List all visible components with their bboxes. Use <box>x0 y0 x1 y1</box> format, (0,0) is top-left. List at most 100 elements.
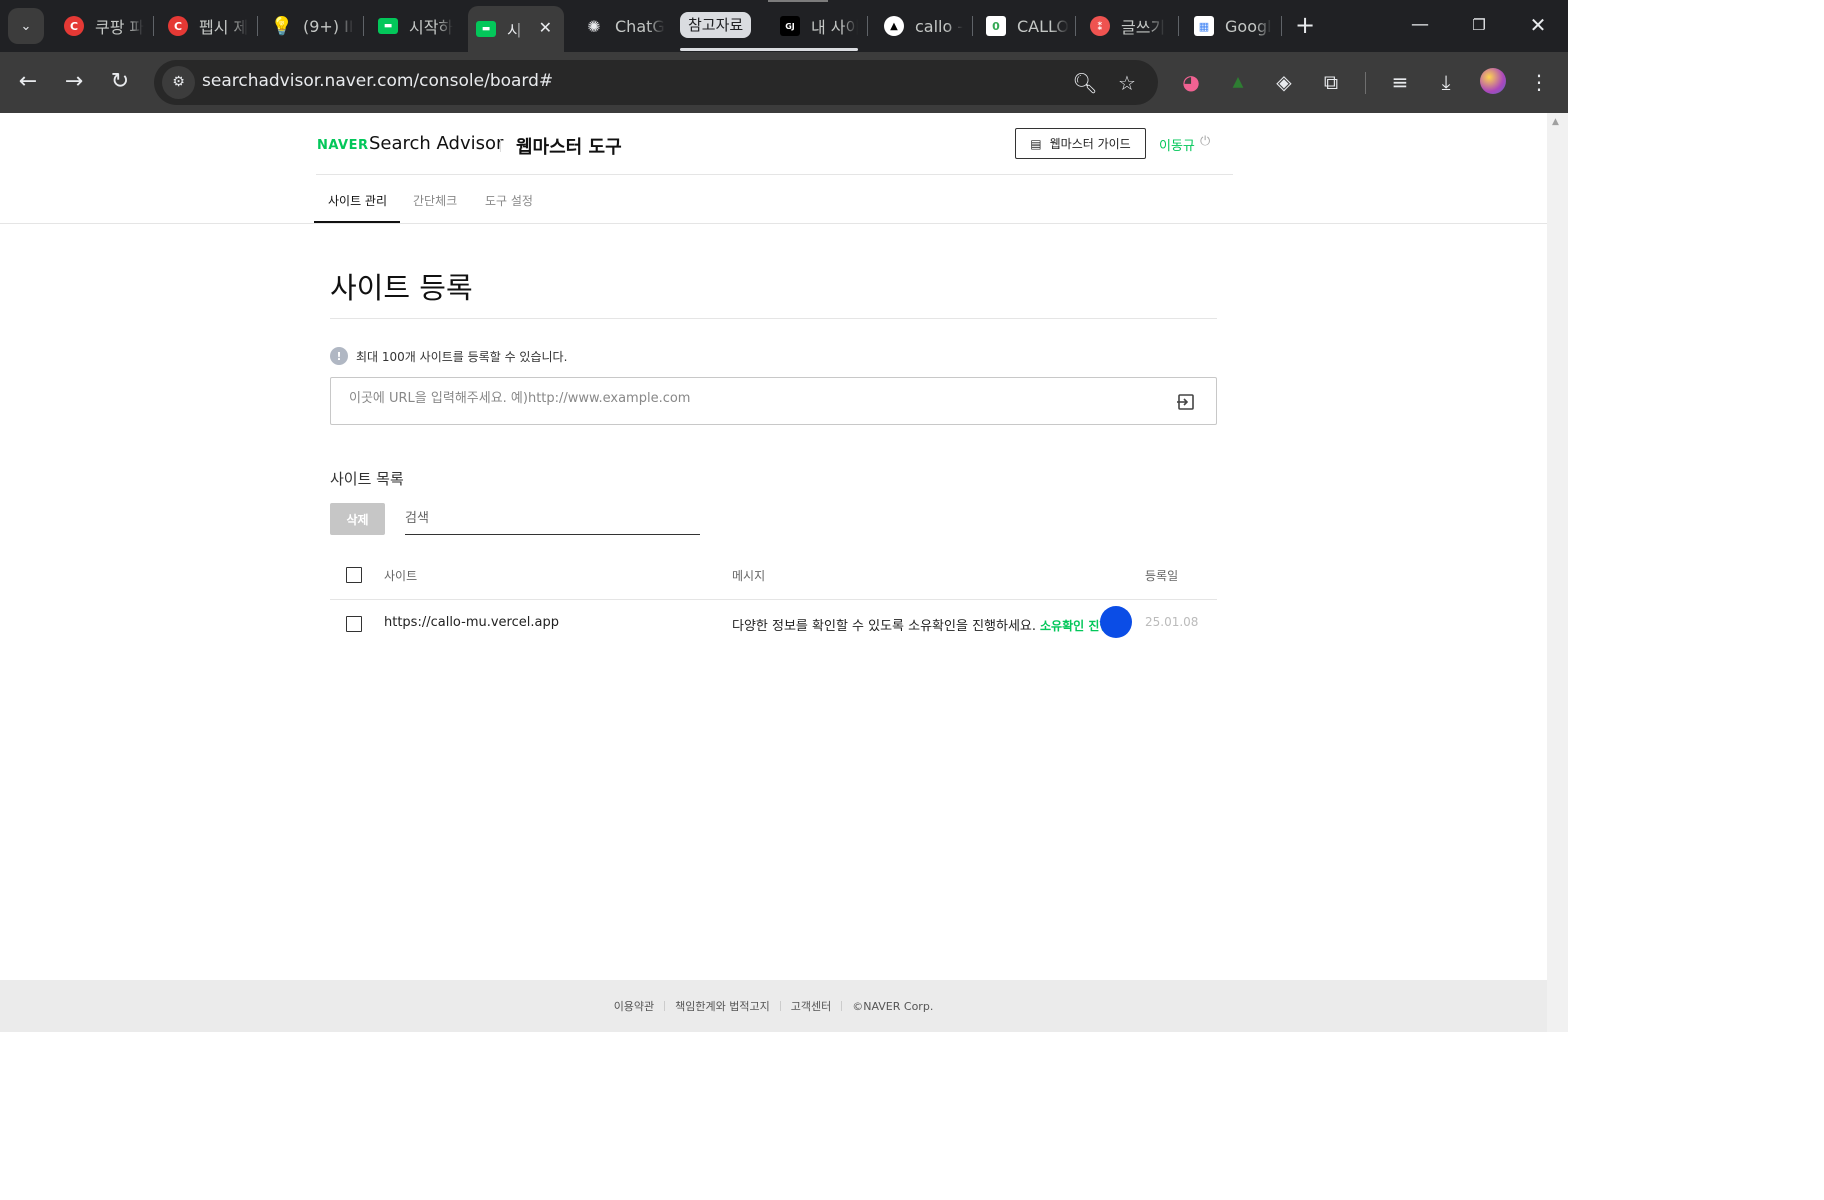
profile-avatar[interactable] <box>1480 68 1506 94</box>
scroll-up-arrow-icon[interactable]: ▲ <box>1552 117 1559 127</box>
more-menu-icon[interactable]: ⋮ <box>1523 66 1555 98</box>
tab-title: (9+) II <box>303 16 354 36</box>
submit-enter-icon[interactable] <box>1176 392 1196 412</box>
tab-title: Googl <box>1225 16 1272 36</box>
delete-button[interactable]: 삭제 <box>330 503 385 535</box>
info-icon: ! <box>330 347 348 365</box>
browser-tab[interactable]: ▦ Googl <box>1186 6 1278 46</box>
document-icon: ▤ <box>1030 136 1042 151</box>
tool-title[interactable]: 웹마스터 도구 <box>516 133 622 159</box>
triangle-extension-icon[interactable]: ▲ <box>1222 66 1254 98</box>
site-header: NAVER Search Advisor 웹마스터 도구 ▤ 웹마스터 가이드 … <box>316 113 1233 175</box>
registration-notice: ! 최대 100개 사이트를 등록할 수 있습니다. <box>330 347 567 365</box>
google-business-icon: ▦ <box>1194 16 1214 36</box>
footer-divider <box>779 1001 781 1011</box>
browser-tab[interactable]: C 쿠팡 파 <box>56 6 152 46</box>
puzzle-extensions-icon[interactable]: ⧉ <box>1315 66 1347 98</box>
tab-title: 시작하 <box>409 18 454 37</box>
column-header-message: 메시지 <box>732 569 766 583</box>
back-arrow-icon[interactable]: ← <box>12 66 44 98</box>
gj-icon: GJ <box>780 16 800 36</box>
browser-tab[interactable]: C 펩시 제 <box>160 6 252 46</box>
coupang-icon: C <box>168 16 188 36</box>
tab-tool-settings[interactable]: 도구 설정 <box>485 192 533 209</box>
brand-divider <box>500 140 501 152</box>
footer-copyright: ©NAVER Corp. <box>852 999 934 1013</box>
footer-link-terms[interactable]: 이용약관 <box>614 998 654 1014</box>
address-url[interactable]: searchadvisor.naver.com/console/board# <box>202 71 553 91</box>
zoom-icon[interactable]: 🔍︎ <box>1071 69 1099 97</box>
tab-search-button[interactable]: ⌄ <box>8 8 44 44</box>
site-footer: 이용약관 책임한계와 법적고지 고객센터 ©NAVER Corp. <box>0 980 1547 1032</box>
guide-button-label: 웹마스터 가이드 <box>1049 137 1131 151</box>
site-info-icon[interactable]: ⚙ <box>162 66 195 99</box>
tab-title: 시 <box>507 21 522 40</box>
select-all-checkbox[interactable] <box>346 567 362 583</box>
tab-site-management[interactable]: 사이트 관리 <box>328 192 387 209</box>
message-text: 다양한 정보를 확인할 수 있도록 소유확인을 진행하세요. <box>732 619 1037 634</box>
tab-title: 쿠팡 파 <box>95 18 145 37</box>
cursor-indicator <box>1100 606 1132 638</box>
site-url-link[interactable]: https://callo-mu.vercel.app <box>384 615 559 630</box>
address-bar[interactable]: ⚙ searchadvisor.naver.com/console/board#… <box>154 60 1158 105</box>
site-search-input[interactable] <box>405 503 700 535</box>
webmaster-guide-button[interactable]: ▤ 웹마스터 가이드 <box>1015 128 1146 159</box>
chevron-down-icon: ⌄ <box>20 18 32 34</box>
site-url-input[interactable] <box>349 391 1149 406</box>
browser-tab[interactable]: ▬ 시작하 <box>370 6 462 46</box>
vercel-icon: ▲ <box>884 16 904 36</box>
naver-logo[interactable]: NAVER <box>317 138 369 153</box>
browser-tab[interactable]: 0 CALLO <box>978 6 1070 46</box>
bookmark-star-icon[interactable]: ☆ <box>1113 69 1141 97</box>
forward-arrow-icon[interactable]: → <box>58 66 90 98</box>
naver-console-icon: ▬ <box>476 21 496 37</box>
tab-group-label[interactable]: 참고자료 <box>680 12 752 38</box>
tab-divider <box>363 16 364 36</box>
browser-tab-active[interactable]: ▬ 시 ✕ <box>468 6 564 52</box>
footer-link-disclaimer[interactable]: 책임한계와 법적고지 <box>675 998 770 1014</box>
user-name[interactable]: 이동규 <box>1159 135 1195 154</box>
reload-icon[interactable]: ↻ <box>104 66 136 98</box>
callo-icon: 0 <box>986 16 1006 36</box>
logout-power-icon[interactable]: ⏻ <box>1200 134 1210 149</box>
tab-title: 글쓰기 <box>1121 18 1166 37</box>
minimize-icon[interactable]: — <box>1405 12 1435 38</box>
row-checkbox[interactable] <box>346 616 362 632</box>
title-divider <box>330 318 1217 319</box>
tab-group-indicator <box>768 0 828 2</box>
tab-divider <box>1281 16 1282 36</box>
footer-divider <box>664 1001 666 1011</box>
tab-title: CALLO <box>1017 16 1069 36</box>
tab-divider <box>1178 16 1179 36</box>
browser-tab-strip: ⌄ C 쿠팡 파 C 펩시 제 💡 (9+) II ▬ 시작하 ▬ 시 ✕ ✺ … <box>0 0 1568 52</box>
tab-title: callo - <box>915 16 964 36</box>
url-input-box <box>330 377 1217 425</box>
page-content: NAVER Search Advisor 웹마스터 도구 ▤ 웹마스터 가이드 … <box>0 113 1547 1032</box>
naver-console-icon: ▬ <box>378 18 398 34</box>
media-control-icon[interactable]: ≡ <box>1384 66 1416 98</box>
browser-tab[interactable]: ✺ ChatG <box>576 6 668 46</box>
restore-icon[interactable]: ❐ <box>1464 12 1494 38</box>
browser-tab[interactable]: ⁑ 글쓰기 <box>1082 6 1174 46</box>
shield-extension-icon[interactable]: ◈ <box>1268 66 1300 98</box>
notice-text: 최대 100개 사이트를 등록할 수 있습니다. <box>356 349 568 364</box>
close-icon[interactable]: ✕ <box>539 18 552 37</box>
page-title: 사이트 등록 <box>330 271 473 305</box>
window-close-icon[interactable]: ✕ <box>1523 12 1553 38</box>
brand-name[interactable]: Search Advisor <box>369 133 503 154</box>
tab-divider <box>153 16 154 36</box>
browser-tab[interactable]: GJ 내 사이 <box>772 6 858 46</box>
download-icon[interactable]: ⤓ <box>1430 66 1462 98</box>
column-header-date: 등록일 <box>1145 569 1179 583</box>
new-tab-plus-icon[interactable]: + <box>1292 12 1318 38</box>
tab-quick-check[interactable]: 간단체크 <box>413 192 457 209</box>
footer-link-support[interactable]: 고객센터 <box>791 998 831 1014</box>
column-header-site: 사이트 <box>384 569 418 583</box>
browser-tab[interactable]: 💡 (9+) II <box>264 6 360 46</box>
browser-tab[interactable]: ▲ callo - <box>876 6 966 46</box>
footer-divider <box>841 1001 843 1011</box>
tab-title: ChatG <box>615 16 665 36</box>
nav-divider <box>0 223 1547 224</box>
color-picker-extension-icon[interactable]: ◕ <box>1175 66 1207 98</box>
page-scrollbar[interactable] <box>1547 113 1568 1032</box>
